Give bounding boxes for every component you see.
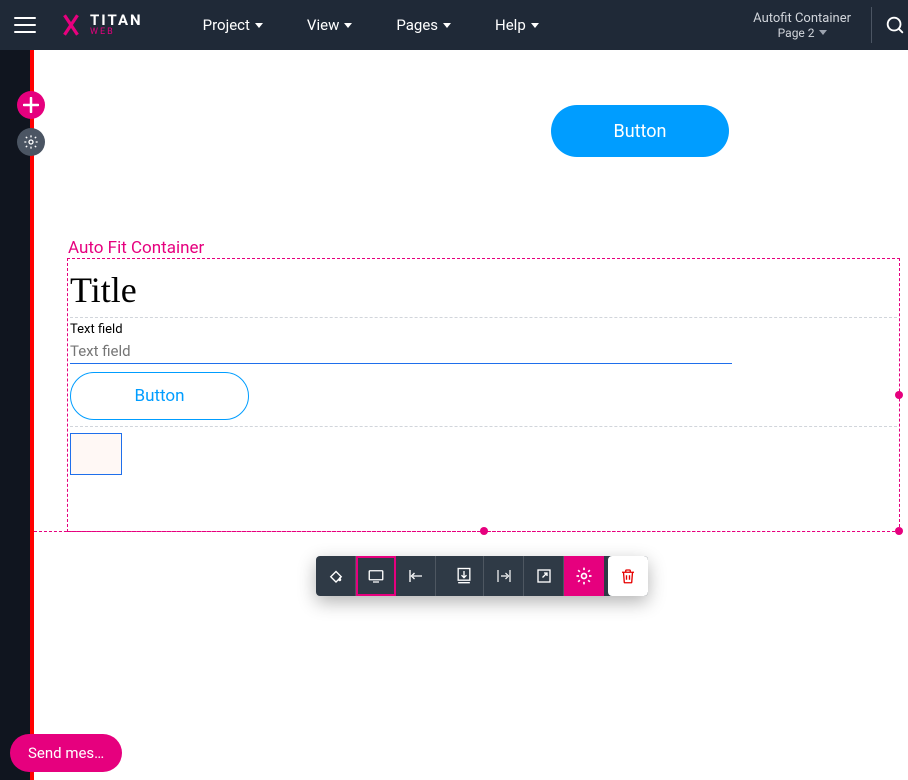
- trash-icon[interactable]: [608, 556, 648, 596]
- chat-button[interactable]: Send mes…: [10, 734, 122, 772]
- add-button[interactable]: [17, 91, 45, 119]
- topbar: TITAN WEB Project View Pages Help Autofi…: [0, 0, 908, 50]
- menu-view[interactable]: View: [285, 0, 374, 50]
- hamburger-icon[interactable]: [0, 17, 50, 33]
- distribute-icon[interactable]: [484, 556, 524, 596]
- menu-project[interactable]: Project: [181, 0, 285, 50]
- brand-name: TITAN: [90, 13, 143, 28]
- menu-label: Help: [495, 16, 526, 34]
- chevron-down-icon: [819, 30, 827, 35]
- chevron-down-icon: [255, 23, 263, 28]
- settings-button[interactable]: [17, 128, 45, 156]
- button-label: Button: [134, 386, 184, 406]
- menu-help[interactable]: Help: [473, 0, 561, 50]
- breadcrumb-title: Autofit Container: [753, 11, 851, 26]
- align-bottom-icon[interactable]: [444, 556, 484, 596]
- resize-handle-east[interactable]: [895, 391, 903, 399]
- gear-icon[interactable]: [564, 556, 604, 596]
- container-label: Auto Fit Container: [68, 238, 204, 258]
- button-label: Button: [614, 121, 667, 142]
- title-text[interactable]: Title: [70, 269, 897, 318]
- menu-label: Pages: [396, 16, 438, 34]
- menu-label: Project: [203, 16, 250, 34]
- chevron-down-icon: [531, 23, 539, 28]
- align-left-icon[interactable]: [396, 556, 436, 596]
- secondary-button[interactable]: Button: [70, 372, 249, 420]
- divider: [871, 7, 872, 43]
- fill-icon[interactable]: [316, 556, 356, 596]
- design-canvas[interactable]: Button Auto Fit Container Title Text fie…: [34, 50, 908, 780]
- open-external-icon[interactable]: [524, 556, 564, 596]
- element-toolbar: [316, 556, 648, 596]
- left-sidebar: [0, 50, 30, 780]
- screen-icon[interactable]: [356, 556, 396, 596]
- chevron-down-icon: [344, 23, 352, 28]
- breadcrumb[interactable]: Autofit Container Page 2: [753, 11, 861, 40]
- brand-sub: WEB: [90, 28, 143, 37]
- guide-line: [34, 531, 900, 532]
- menu-pages[interactable]: Pages: [374, 0, 473, 50]
- autofit-container[interactable]: Title Text field Button: [67, 258, 900, 532]
- field-label: Text field: [70, 318, 897, 339]
- text-field-input[interactable]: [70, 339, 732, 364]
- strip-element[interactable]: [70, 433, 122, 475]
- menu-label: View: [307, 16, 339, 34]
- chevron-down-icon: [443, 23, 451, 28]
- primary-button[interactable]: Button: [551, 105, 729, 157]
- main-menu: Project View Pages Help: [181, 0, 561, 50]
- brand-logo[interactable]: TITAN WEB: [50, 12, 151, 38]
- chat-label: Send mes…: [28, 744, 104, 762]
- search-icon[interactable]: [882, 14, 908, 36]
- breadcrumb-page: Page 2: [778, 26, 815, 40]
